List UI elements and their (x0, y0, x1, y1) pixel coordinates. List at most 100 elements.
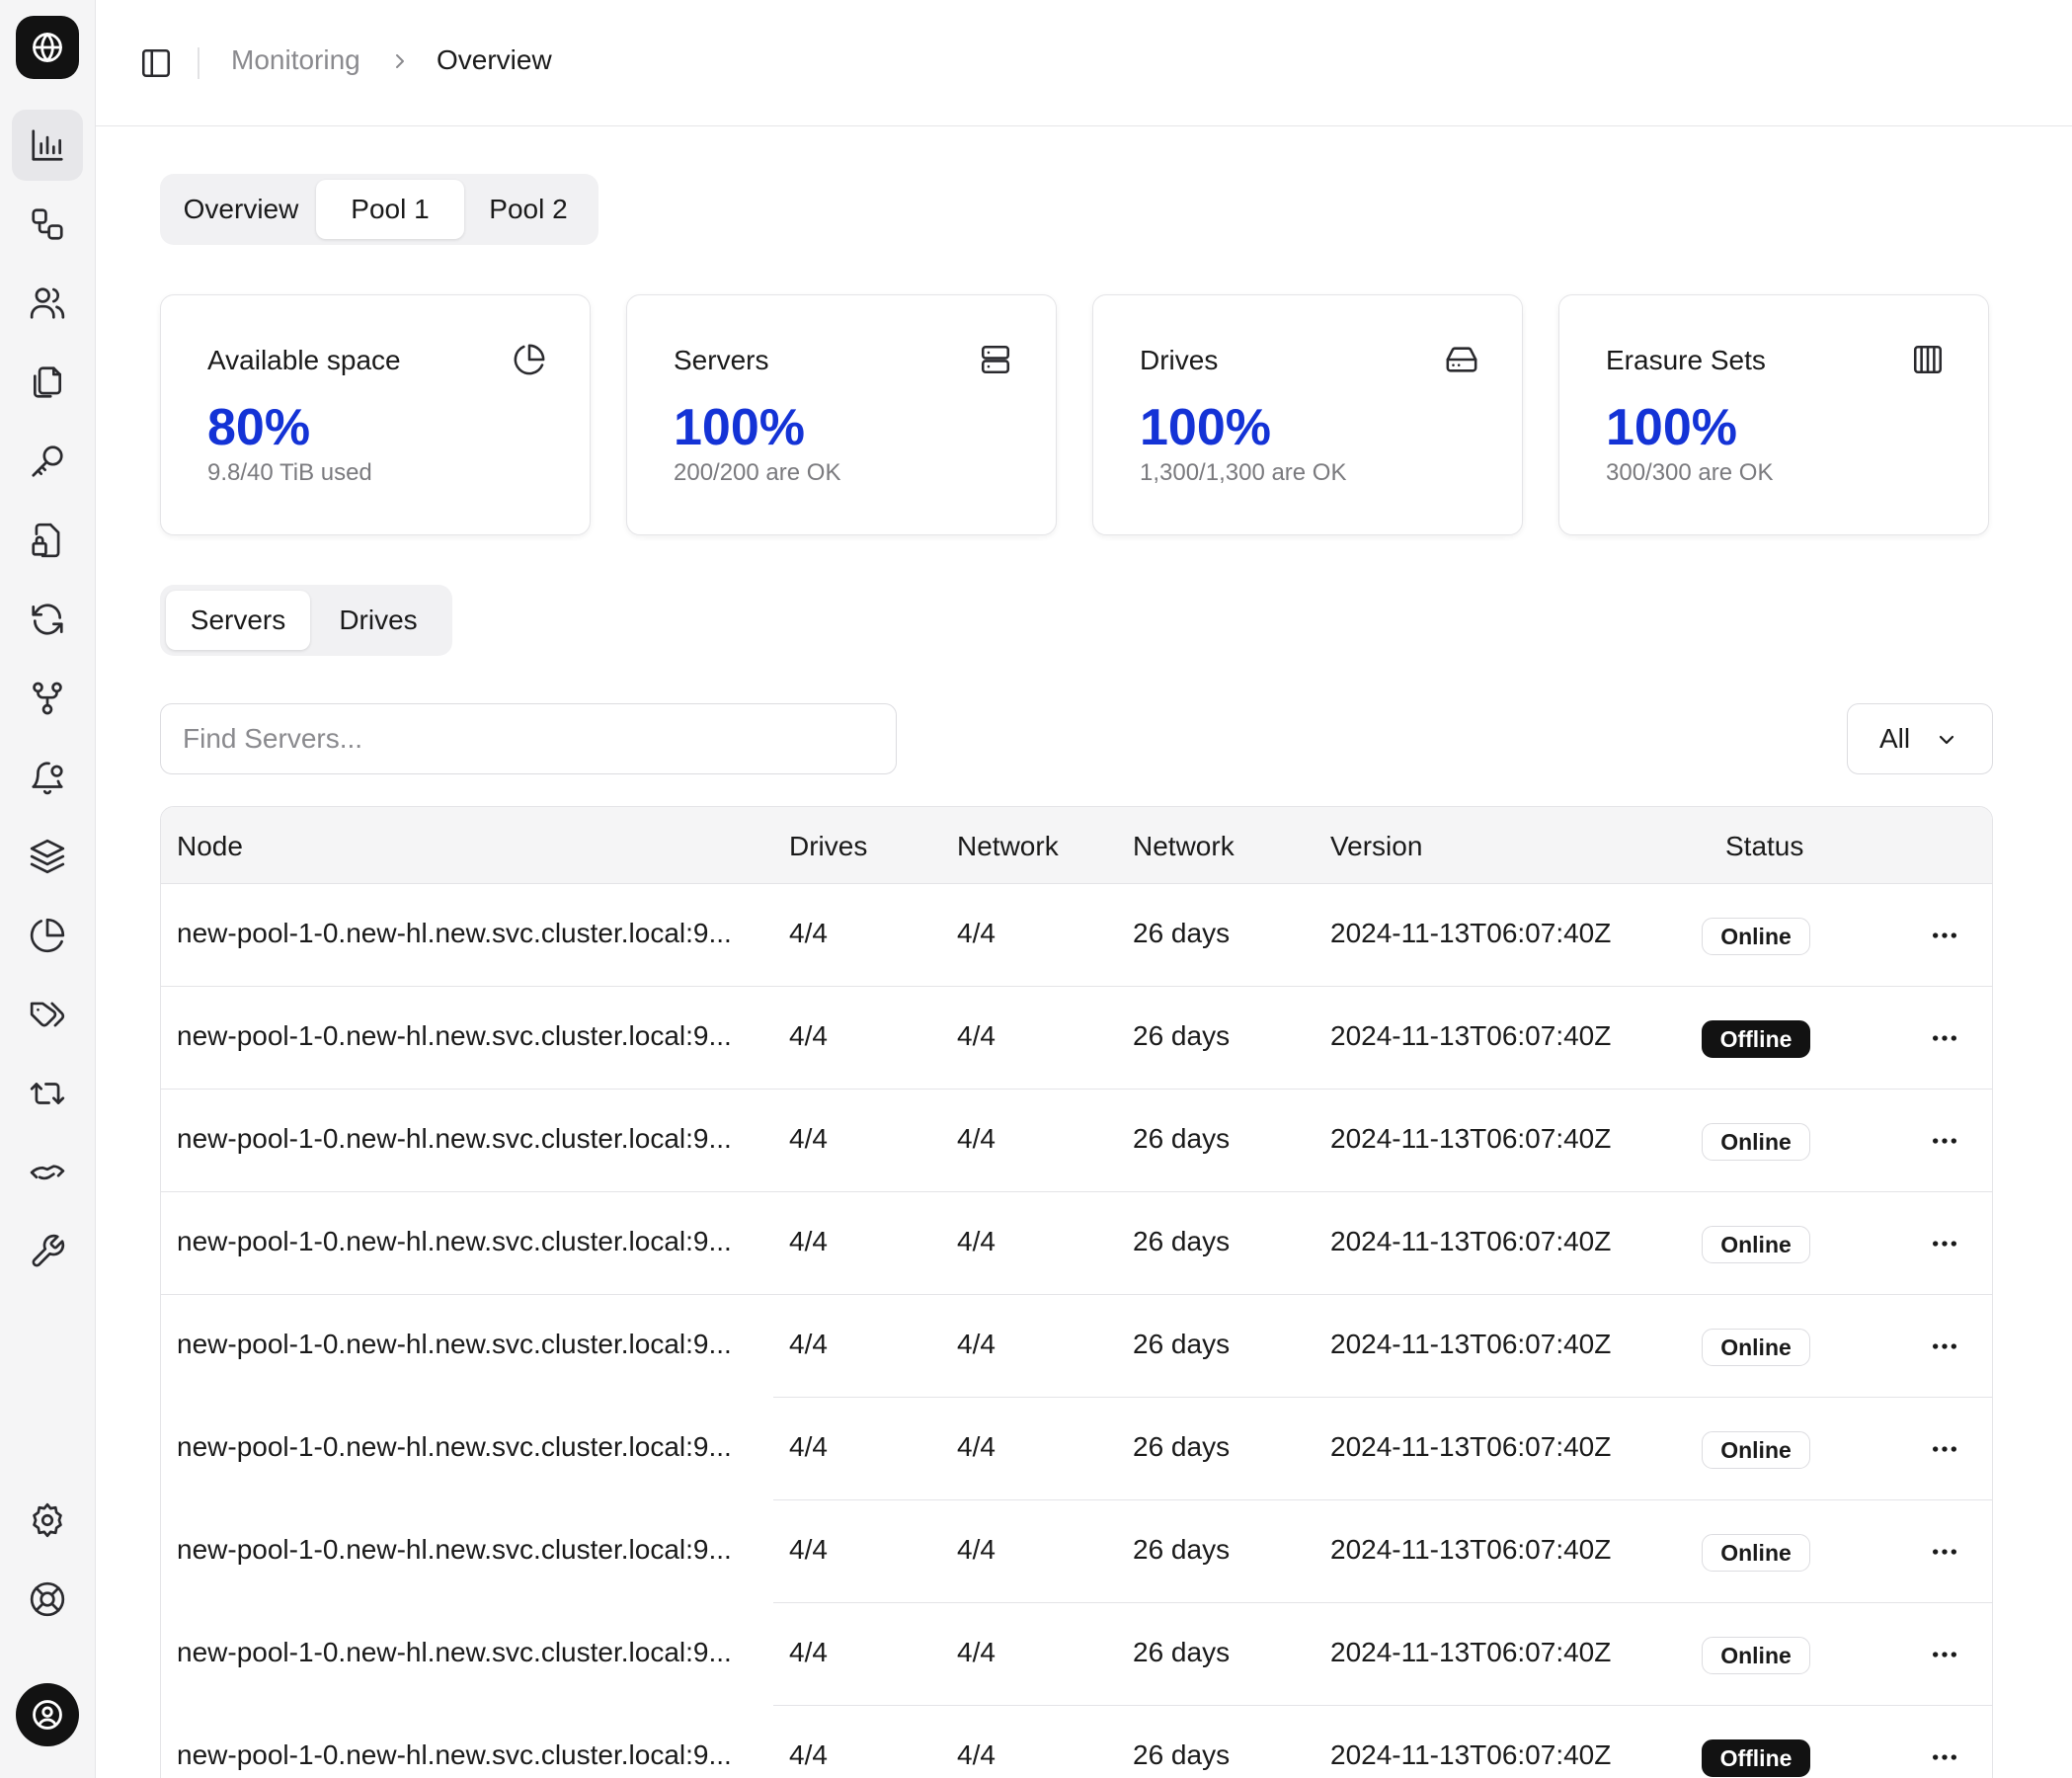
table-row[interactable]: new-pool-1-0.new-hl.new.svc.cluster.loca… (161, 1603, 1992, 1706)
tab-pool-2[interactable]: Pool 2 (464, 180, 593, 239)
topbar: Monitoring Overview (96, 0, 2072, 126)
breadcrumb-parent[interactable]: Monitoring (231, 44, 360, 76)
version-cell: 2024-11-13T06:07:40Z (1330, 1637, 1612, 1667)
network-cell: 4/4 (957, 1637, 996, 1667)
card-subtitle: 1,300/1,300 are OK (1140, 459, 1347, 486)
table-row[interactable]: new-pool-1-0.new-hl.new.svc.cluster.loca… (161, 1398, 1992, 1500)
status-badge: Online (1702, 1637, 1810, 1674)
sidebar-item-policies[interactable] (12, 347, 83, 418)
users-icon (30, 287, 65, 319)
version-cell: 2024-11-13T06:07:40Z (1330, 1329, 1612, 1359)
column-header-network[interactable]: Network (957, 831, 1059, 862)
table-row[interactable]: new-pool-1-0.new-hl.new.svc.cluster.loca… (161, 1500, 1992, 1603)
breadcrumb-current: Overview (437, 44, 552, 75)
sidebar-item-tools[interactable] (12, 1216, 83, 1287)
status-badge: Online (1702, 1329, 1810, 1366)
more-actions-icon[interactable] (1929, 1540, 1960, 1564)
network-cell: 4/4 (957, 1123, 996, 1154)
column-header-version[interactable]: Version (1330, 831, 1422, 862)
network-cell: 4/4 (957, 1329, 996, 1359)
card-value: 100% (1606, 399, 1737, 456)
uptime-cell: 26 days (1133, 1329, 1231, 1359)
column-header-drives[interactable]: Drives (789, 831, 867, 862)
sidebar-item-users[interactable] (12, 268, 83, 339)
divider (198, 47, 199, 79)
sidebar-toggle-icon[interactable] (139, 46, 173, 80)
column-header-status[interactable]: Status (1725, 831, 1803, 862)
network-cell: 4/4 (957, 1534, 996, 1565)
network-cell: 4/4 (957, 1431, 996, 1462)
table-row[interactable]: new-pool-1-0.new-hl.new.svc.cluster.loca… (161, 987, 1992, 1090)
table-row[interactable]: new-pool-1-0.new-hl.new.svc.cluster.loca… (161, 884, 1992, 987)
handshake-icon (30, 1165, 65, 1180)
card-subtitle: 9.8/40 TiB used (207, 459, 372, 486)
tab-drives[interactable]: Drives (310, 591, 446, 650)
more-actions-icon[interactable] (1929, 1643, 1960, 1666)
logo[interactable] (16, 16, 79, 79)
sidebar-item-keys[interactable] (12, 426, 83, 497)
status-badge: Online (1702, 1431, 1810, 1469)
uptime-cell: 26 days (1133, 1226, 1231, 1256)
version-cell: 2024-11-13T06:07:40Z (1330, 1431, 1612, 1462)
sidebar-item-tags[interactable] (12, 979, 83, 1050)
sidebar-item-layers[interactable] (12, 821, 83, 892)
sidebar-item-settings[interactable] (12, 1485, 83, 1556)
sidebar-item-replication[interactable] (12, 584, 83, 655)
column-header-node[interactable]: Node (177, 831, 243, 862)
card-title: Available space (207, 345, 401, 375)
sidebar-item-help[interactable] (12, 1564, 83, 1635)
sidebar-item-support[interactable] (12, 1137, 83, 1208)
more-actions-icon[interactable] (1929, 1437, 1960, 1461)
uptime-cell: 26 days (1133, 1739, 1231, 1770)
status-badge: Online (1702, 1123, 1810, 1161)
node-cell: new-pool-1-0.new-hl.new.svc.cluster.loca… (177, 1329, 732, 1359)
tab-servers[interactable]: Servers (166, 591, 310, 650)
more-actions-icon[interactable] (1929, 1026, 1960, 1050)
sidebar-item-objects[interactable] (12, 189, 83, 260)
uptime-cell: 26 days (1133, 918, 1231, 948)
status-filter-select[interactable]: All (1847, 703, 1993, 774)
filter-value: All (1879, 723, 1911, 754)
sidebar-item-batch[interactable] (12, 1058, 83, 1129)
globe-icon (33, 33, 62, 62)
sidebar-item-notifications[interactable] (12, 742, 83, 813)
refresh-icon (32, 604, 63, 635)
bell-icon (32, 762, 63, 795)
column-header-uptime[interactable]: Network (1133, 831, 1235, 862)
drives-cell: 4/4 (789, 1534, 828, 1565)
server-icon (981, 345, 1010, 374)
drives-cell: 4/4 (789, 1739, 828, 1770)
drives-cell: 4/4 (789, 1329, 828, 1359)
table-row[interactable]: new-pool-1-0.new-hl.new.svc.cluster.loca… (161, 1090, 1992, 1192)
table-row[interactable]: new-pool-1-0.new-hl.new.svc.cluster.loca… (161, 1295, 1992, 1398)
node-cell: new-pool-1-0.new-hl.new.svc.cluster.loca… (177, 1534, 732, 1565)
sidebar-item-usage[interactable] (12, 900, 83, 971)
tab-pool-1[interactable]: Pool 1 (316, 180, 464, 239)
more-actions-icon[interactable] (1929, 1745, 1960, 1769)
table-row[interactable]: new-pool-1-0.new-hl.new.svc.cluster.loca… (161, 1706, 1992, 1778)
file-lock-icon (32, 523, 60, 558)
more-actions-icon[interactable] (1929, 1129, 1960, 1153)
drives-cell: 4/4 (789, 918, 828, 948)
tab-overview[interactable]: Overview (166, 180, 316, 239)
sidebar-item-monitoring[interactable] (12, 110, 83, 181)
more-actions-icon[interactable] (1929, 1334, 1960, 1358)
copy-icon (33, 366, 62, 398)
bar-chart-icon (32, 129, 63, 161)
node-cell: new-pool-1-0.new-hl.new.svc.cluster.loca… (177, 918, 732, 948)
search-input[interactable] (160, 703, 897, 774)
network-cell: 4/4 (957, 918, 996, 948)
drives-cell: 4/4 (789, 1020, 828, 1051)
card-subtitle: 200/200 are OK (674, 459, 841, 486)
sidebar-item-tiers[interactable] (12, 663, 83, 734)
sidebar-item-encryption[interactable] (12, 505, 83, 576)
card-title: Servers (674, 345, 769, 375)
version-cell: 2024-11-13T06:07:40Z (1330, 1534, 1612, 1565)
card-title: Drives (1140, 345, 1219, 375)
more-actions-icon[interactable] (1929, 924, 1960, 947)
table-row[interactable]: new-pool-1-0.new-hl.new.svc.cluster.loca… (161, 1192, 1992, 1295)
more-actions-icon[interactable] (1929, 1232, 1960, 1255)
drives-cell: 4/4 (789, 1123, 828, 1154)
status-badge: Offline (1702, 1020, 1810, 1058)
avatar[interactable] (16, 1683, 79, 1746)
